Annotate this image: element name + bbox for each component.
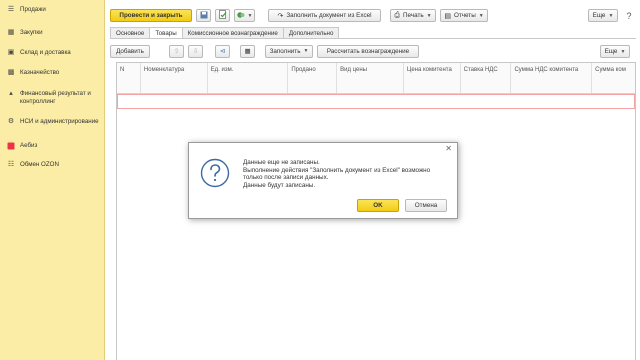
chart-icon: ▴ xyxy=(9,90,13,98)
fill-button[interactable]: Заполнить ▼ xyxy=(265,44,313,58)
fill-from-excel-button[interactable]: ↷ Заполнить документ из Excel xyxy=(268,9,381,22)
chevron-down-icon: ▼ xyxy=(478,12,484,19)
sidebar-item-nsi[interactable]: ⚙ НСИ и администрирование xyxy=(0,118,104,135)
close-icon[interactable]: ✕ xyxy=(445,145,452,153)
print-label: Печать xyxy=(403,12,424,19)
sidebar-item-ozon[interactable]: ☷ Обмен OZON xyxy=(0,161,104,171)
table-toolbar: Добавить ⇧ ⇩ ⊲ ▦ Заполнить ▼ Рассчитать … xyxy=(110,44,636,58)
chevron-down-icon: ▼ xyxy=(426,12,432,19)
print-button[interactable]: ⎙ Печать ▼ xyxy=(390,9,436,22)
sidebar-item-sales[interactable]: ☰ Продажи xyxy=(0,6,104,16)
column-consignor-vat-sum[interactable]: Сумма НДС комитента xyxy=(511,63,593,93)
post-button[interactable] xyxy=(215,9,230,22)
chevron-down-icon: ▼ xyxy=(247,12,253,19)
tab-main[interactable]: Основное xyxy=(110,27,151,38)
sidebar-item-treasury[interactable]: ▩ Казначейство xyxy=(0,69,104,79)
dialog-message: Данные еще не записаны. Выполнение дейст… xyxy=(243,159,453,189)
column-nomenclature[interactable]: Номенклатура xyxy=(141,63,208,93)
dialog-line: Данные будут записаны. xyxy=(243,181,316,189)
dialog-line: Выполнение действия "Заполнить документ … xyxy=(243,166,431,174)
sidebar-item-warehouse[interactable]: ▣ Склад и доставка xyxy=(0,49,104,59)
unsaved-data-dialog: ✕ Данные еще не записаны. Выполнение дей… xyxy=(188,142,458,219)
column-unit[interactable]: Ед. изм. xyxy=(208,63,289,93)
tab-commission[interactable]: Комиссионное вознаграждение xyxy=(181,27,284,38)
gear-icon: ⚙ xyxy=(7,118,15,126)
save-button[interactable] xyxy=(196,9,211,22)
create-based-on-icon xyxy=(236,11,245,21)
arrow-up-icon: ⇧ xyxy=(173,47,180,55)
tab-additional[interactable]: Дополнительно xyxy=(282,27,340,38)
ok-button[interactable]: OK xyxy=(357,199,399,212)
more-button[interactable]: Еще ▼ xyxy=(588,9,618,22)
add-row-button[interactable]: Добавить xyxy=(110,44,150,58)
tab-bar: Основное Товары Комиссионное вознагражде… xyxy=(110,27,340,39)
sidebar-item-financial[interactable]: ▴ Финансовый результат и контроллинг xyxy=(0,90,104,107)
dialog-line: Данные еще не записаны. xyxy=(243,159,320,166)
warehouse-icon: ▣ xyxy=(7,49,15,57)
post-and-close-button[interactable]: Провести и закрыть xyxy=(110,9,192,22)
sidebar: ☰ Продажи ▦ Закупки ▣ Склад и доставка ▩… xyxy=(0,0,105,360)
help-icon[interactable]: ? xyxy=(622,9,636,22)
column-n[interactable]: N xyxy=(117,63,141,93)
calc-commission-button[interactable]: Рассчитать вознаграждение xyxy=(317,44,419,58)
arrow-down-icon: ⇩ xyxy=(192,47,199,55)
based-on-button[interactable]: ▼ xyxy=(234,9,255,22)
column-consignor-price[interactable]: Цена комитента xyxy=(404,63,461,93)
table-header: N Номенклатура Ед. изм. Продано Вид цены… xyxy=(117,63,635,94)
document-check-icon xyxy=(218,10,227,21)
report-icon: ▤ xyxy=(444,12,451,20)
printer-icon: ⎙ xyxy=(394,11,401,19)
tab-divider xyxy=(110,38,636,39)
barcode-icon: ▦ xyxy=(244,47,251,55)
toolbar: Провести и закрыть ▼ ↷ Заполнить докумен… xyxy=(110,8,488,23)
share-icon: ⊲ xyxy=(219,47,226,55)
dialog-buttons: OK Отмена xyxy=(357,199,447,212)
chevron-down-icon: ▼ xyxy=(303,48,309,54)
table-more-label: Еще xyxy=(604,48,618,55)
sidebar-item-purchases[interactable]: ▦ Закупки xyxy=(0,29,104,39)
column-vat-rate[interactable]: Ставка НДС xyxy=(461,63,512,93)
more-label: Еще xyxy=(592,12,606,19)
share-button[interactable]: ⊲ xyxy=(215,44,230,58)
table-more-button[interactable]: Еще ▼ xyxy=(600,45,630,58)
cart-icon: ▦ xyxy=(7,29,15,37)
column-price-type[interactable]: Вид цены xyxy=(337,63,404,93)
reports-button[interactable]: ▤ Отчеты ▼ xyxy=(440,9,488,22)
column-sold[interactable]: Продано xyxy=(288,63,338,93)
exchange-icon: ☷ xyxy=(7,161,15,169)
fill-label: Заполнить xyxy=(269,47,301,55)
sidebar-item-aebiz[interactable]: Аебиз xyxy=(0,142,104,152)
floppy-icon xyxy=(200,11,208,21)
question-icon xyxy=(200,158,230,188)
fill-from-excel-label: Заполнить документ из Excel xyxy=(286,12,372,19)
move-up-button[interactable]: ⇧ xyxy=(169,44,184,58)
cancel-button[interactable]: Отмена xyxy=(405,199,447,212)
list-icon: ☰ xyxy=(7,6,15,14)
table-row[interactable] xyxy=(117,94,635,109)
dialog-line: только после записи данных. xyxy=(243,174,329,181)
app-icon xyxy=(7,142,15,150)
barcode-button[interactable]: ▦ xyxy=(240,44,255,58)
wallet-icon: ▩ xyxy=(7,69,15,77)
move-down-button[interactable]: ⇩ xyxy=(188,44,203,58)
reports-label: Отчеты xyxy=(453,12,476,19)
import-icon: ↷ xyxy=(277,12,284,20)
chevron-down-icon: ▼ xyxy=(620,48,626,55)
chevron-down-icon: ▼ xyxy=(608,12,614,19)
column-commission-sum[interactable]: Сумма ком xyxy=(592,63,635,93)
